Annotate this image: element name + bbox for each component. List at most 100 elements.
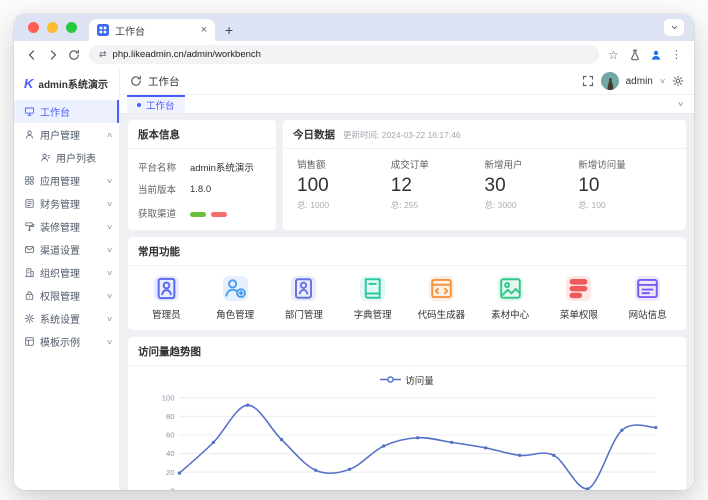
tabbar-chevron-icon[interactable]: ∨ [677, 100, 694, 108]
version-row: 平台名称 admin系统演示 [138, 160, 266, 174]
settings-gear-icon[interactable] [672, 75, 684, 87]
gear-icon [24, 313, 35, 324]
workspace-tab-label: 工作台 [146, 98, 175, 112]
site-info-icon[interactable]: ⇄ [99, 49, 107, 60]
chevron-icon: ∨ [106, 177, 113, 185]
avatar[interactable] [601, 72, 619, 90]
logo-mark-icon: K [24, 76, 33, 91]
reload-icon[interactable] [68, 49, 80, 61]
content-area: 版本信息 平台名称 admin系统演示 当前版本 1.8.0 [120, 114, 694, 490]
sidebar-item[interactable]: 装修管理 ∨ [14, 215, 119, 238]
bookmark-star-icon[interactable]: ☆ [608, 49, 620, 61]
version-card-title: 版本信息 [138, 127, 180, 142]
minimize-window-icon[interactable] [47, 22, 58, 33]
browser-menu-icon[interactable]: ⋮ [671, 48, 682, 61]
today-data-card: 今日数据 更新时间: 2024-03-22 16:17:46 销售额 100 总… [283, 120, 686, 230]
quick-function-item[interactable]: 代码生成器 [418, 276, 466, 321]
forward-icon[interactable] [47, 49, 59, 61]
app-header: 工作台 admin ∨ [120, 68, 694, 94]
chevron-icon: ∨ [106, 315, 113, 323]
app-grid-icon [24, 175, 35, 186]
svg-text:100: 100 [162, 393, 175, 402]
chevron-icon: ∨ [106, 223, 113, 231]
stat-item: 成交订单 12 总: 255 [391, 157, 485, 211]
zoom-window-icon[interactable] [66, 22, 77, 33]
sidebar-item[interactable]: 权限管理 ∨ [14, 284, 119, 307]
browser-tab-strip: 工作台 × + [14, 14, 694, 41]
functions-grid: 管理员 角色管理 部门管理 字典管理 代码生成器 [128, 266, 686, 330]
workspace-tab-active[interactable]: 工作台 [127, 95, 185, 113]
dept-icon [291, 276, 316, 301]
version-row: 当前版本 1.8.0 [138, 182, 266, 196]
chevron-icon: ∨ [106, 246, 113, 254]
site-favicon [97, 24, 109, 36]
quick-function-item[interactable]: 素材中心 [491, 276, 529, 321]
chevron-icon: ∨ [106, 292, 113, 300]
channel-button[interactable] [211, 212, 227, 217]
template-icon [24, 336, 35, 347]
chart-legend[interactable]: 访问量 [138, 371, 676, 388]
sidebar-menu: 工作台 用户管理 ∧ 用户列表 应用管理 ∨ 财务管理 [14, 98, 119, 353]
decorate-icon [24, 221, 35, 232]
back-icon[interactable] [26, 49, 38, 61]
version-card: 版本信息 平台名称 admin系统演示 当前版本 1.8.0 [128, 120, 276, 230]
browser-address-bar: ⇄ php.likeadmin.cn/admin/workbench ☆ ⋮ [14, 41, 694, 68]
quick-function-item[interactable]: 菜单权限 [560, 276, 598, 321]
chevron-icon: ∨ [106, 338, 113, 346]
sidebar-item[interactable]: 渠道设置 ∨ [14, 238, 119, 261]
stat-item: 新增用户 30 总: 3000 [485, 157, 579, 211]
sidebar-item[interactable]: 用户管理 ∧ [14, 123, 119, 146]
user-list-icon [40, 152, 51, 163]
legend-label: 访问量 [405, 373, 434, 387]
workspace-tab-bar: 工作台 ∨ [120, 95, 694, 114]
new-tab-button[interactable]: + [225, 22, 233, 38]
window-controls [28, 14, 77, 41]
browser-tab[interactable]: 工作台 × [89, 19, 215, 41]
app-logo[interactable]: K admin系统演示 [14, 68, 119, 98]
url-text: php.likeadmin.cn/admin/workbench [113, 49, 261, 60]
labs-icon[interactable] [629, 49, 641, 61]
code-icon [429, 276, 454, 301]
tab-list-chevron-icon[interactable] [664, 19, 684, 36]
profile-icon[interactable] [650, 49, 662, 61]
legend-marker-icon [380, 375, 401, 384]
refresh-icon[interactable] [130, 75, 142, 87]
sidebar-item[interactable]: 系统设置 ∨ [14, 307, 119, 330]
stat-item: 销售额 100 总: 1000 [297, 157, 391, 211]
sidebar-item[interactable]: 财务管理 ∨ [14, 192, 119, 215]
menu-auth-icon [566, 276, 591, 301]
functions-card-title: 常用功能 [138, 244, 180, 259]
quick-function-item[interactable]: 部门管理 [285, 276, 323, 321]
sidebar-item[interactable]: 模板示例 ∨ [14, 330, 119, 353]
stat-item: 新增访问量 10 总: 100 [578, 157, 672, 211]
fullscreen-icon[interactable] [582, 75, 594, 87]
username[interactable]: admin [626, 76, 653, 87]
main-area: 工作台 admin ∨ 工作台 ∨ [120, 68, 694, 490]
channel-button[interactable] [190, 212, 206, 217]
quick-function-item[interactable]: 字典管理 [354, 276, 392, 321]
sidebar-item[interactable]: 应用管理 ∨ [14, 169, 119, 192]
quick-function-item[interactable]: 角色管理 [216, 276, 254, 321]
sidebar-item[interactable]: 工作台 [14, 100, 119, 123]
quick-function-item[interactable]: 管理员 [152, 276, 181, 321]
lock-icon [24, 290, 35, 301]
material-icon [498, 276, 523, 301]
admin-badge-icon [154, 276, 179, 301]
user-menu-chevron-icon[interactable]: ∨ [659, 77, 666, 85]
channel-buttons [190, 204, 232, 222]
sidebar-item[interactable]: 用户列表 [14, 146, 119, 169]
sidebar: K admin系统演示 工作台 用户管理 ∧ 用户列表 应用管理 [14, 68, 120, 490]
svg-text:0: 0 [170, 486, 174, 490]
version-rows: 平台名称 admin系统演示 当前版本 1.8.0 [138, 160, 266, 196]
tab-title: 工作台 [115, 23, 195, 38]
stats-grid: 销售额 100 总: 1000 成交订单 12 总: 255 新增用户 30 总… [283, 149, 686, 220]
tab-close-icon[interactable]: × [201, 25, 207, 36]
sidebar-item[interactable]: 组织管理 ∨ [14, 261, 119, 284]
close-window-icon[interactable] [28, 22, 39, 33]
chevron-icon: ∨ [106, 269, 113, 277]
visits-trend-card: 访问量趋势图 访问量 0204060801002024/03/082024/03… [128, 337, 686, 490]
admin-app: K admin系统演示 工作台 用户管理 ∧ 用户列表 应用管理 [14, 68, 694, 490]
quick-function-item[interactable]: 网站信息 [629, 276, 667, 321]
url-bar[interactable]: ⇄ php.likeadmin.cn/admin/workbench [89, 45, 599, 64]
visits-trend-chart: 0204060801002024/03/082024/03/102024/03/… [138, 390, 676, 490]
